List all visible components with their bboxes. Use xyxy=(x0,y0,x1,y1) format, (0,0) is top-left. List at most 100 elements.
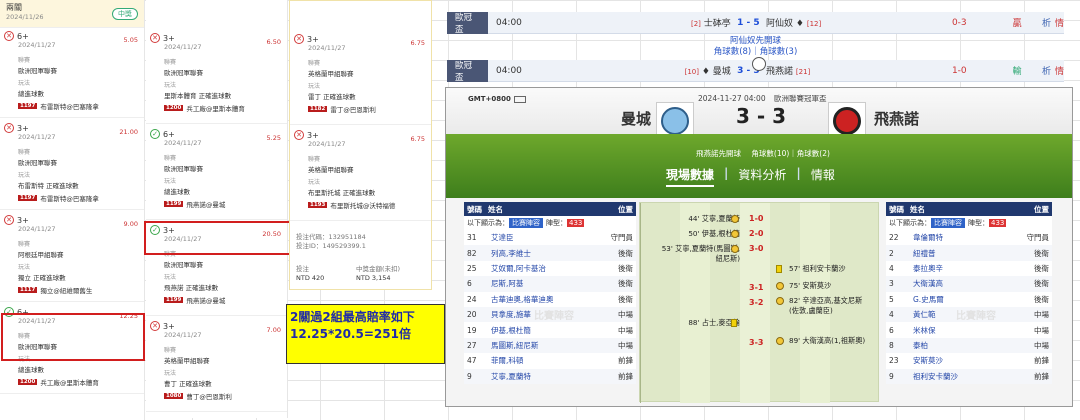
odds-value: 5.25 xyxy=(266,134,281,142)
player-position: 後衛 xyxy=(1001,276,1052,292)
bet-card[interactable]: ✕ 3+ 9.00 2024/11/27 聯賽 阿根廷甲組聯賽 玩法 獨立 正確進球數 1117… xyxy=(0,212,144,302)
bet-summary-header: 兩關 2024/11/26 中獎 xyxy=(0,0,144,28)
away-event: 89' 大衛漢高(1,祖斯奧) xyxy=(789,336,866,345)
odds-value: 20.50 xyxy=(262,230,281,238)
match-name: 曹丁@巴恩斯利 xyxy=(186,393,232,401)
match-number: 1199 xyxy=(164,297,184,303)
lineup-toggle-button[interactable]: 比賽陣容 xyxy=(931,218,965,228)
running-score: 3-1 xyxy=(749,283,764,292)
selection-title: 6+ xyxy=(17,31,29,41)
bet-date: 2024/11/27 xyxy=(308,44,346,52)
bet-card[interactable]: ✕ 3+ 21.00 2024/11/27 聯賽 歐洲冠軍聯賽 玩法 布雷斯特 正確進球數 11… xyxy=(0,120,144,210)
player-name: 尼斯,阿基 xyxy=(488,276,593,292)
player-row[interactable]: 5 G.史馬爾 後衛 xyxy=(886,292,1052,307)
playtype-value: 布雷斯特 正確進球數 xyxy=(18,182,79,190)
tab-news[interactable]: 情報 xyxy=(811,166,835,187)
rotate-handle-icon[interactable] xyxy=(752,57,766,71)
running-score: 2-0 xyxy=(749,229,764,238)
player-row[interactable]: 22 韋倫爾特 守門員 xyxy=(886,230,1052,245)
cross-icon: ✕ xyxy=(150,33,160,43)
player-name: 艾達臣 xyxy=(491,233,514,243)
bet-card[interactable]: ✕ 3+ 6.75 2024/11/27 聯賽 英格蘭甲組聯賽 玩法 雷丁 正確進球數 1182… xyxy=(290,31,431,125)
goal-icon xyxy=(731,215,739,223)
playtype-label: 玩法 xyxy=(308,179,321,186)
playtype-label: 玩法 xyxy=(164,370,177,377)
lineup-options: 以下顯示為： 比賽陣容 陣型： 433 xyxy=(889,218,1007,228)
player-position: 後衛 xyxy=(618,263,633,273)
info-link[interactable]: 情 xyxy=(1055,16,1064,29)
player-name: 泰柏 xyxy=(910,337,1002,354)
player-row[interactable]: 2 紐禮普 後衛 xyxy=(886,245,1052,261)
player-row[interactable]: 25 艾奴爾,阿卡基治 後衛 xyxy=(464,261,636,276)
bet-date: 2024/11/27 xyxy=(18,225,56,233)
player-row[interactable]: 4 泰拉奧辛 後衛 xyxy=(886,261,1052,276)
bet-card[interactable]: ✓ 6+ 12.25 2024/11/27 聯賽 歐洲冠軍聯賽 玩法 總進球數 1200 兵工廠@… xyxy=(0,304,144,394)
player-position: 前鋒 xyxy=(1034,356,1049,366)
selection-title: 6+ xyxy=(17,307,29,317)
player-name: 米林保 xyxy=(913,325,936,335)
lineup-options: 以下顯示為： 比賽陣容 陣型： 433 xyxy=(467,218,585,228)
player-row[interactable]: 6 尼斯,阿基 後衛 xyxy=(464,276,636,292)
lineup-header: 號碼 姓名 位置 xyxy=(464,202,636,216)
bet-card[interactable]: ✓ 3+ 20.50 2024/11/27 聯賽 歐洲冠軍聯賽 玩法 飛燕諾 正確進球數 119… xyxy=(146,222,287,316)
player-row[interactable]: 3 大衛漢高 後衛 xyxy=(886,276,1052,292)
player-row[interactable]: 23 安斯莫沙 前鋒 xyxy=(886,353,1052,368)
bet-id-block: 投注代碼：132951184 投注ID：149529399.1 xyxy=(296,233,366,250)
event-list: 44' 艾寧,夏蘭特 1-0 50' 伊基,根杜簡 2-0 53' 艾寧,夏蘭特(馬圖斯… xyxy=(639,202,879,402)
lineup-toggle-button[interactable]: 比賽陣容 xyxy=(509,218,543,228)
player-position: 中場 xyxy=(1001,306,1052,323)
bet-date: 2024/11/27 xyxy=(18,41,56,49)
player-row[interactable]: 9 祖利安卡蘭沙 前鋒 xyxy=(886,368,1052,384)
home-event: 53' 艾寧,夏蘭特(馬圖斯, 紐尼斯) xyxy=(661,244,740,263)
player-row[interactable]: 6 米林保 中場 xyxy=(886,322,1052,337)
player-row[interactable]: 19 伊基,根杜簡 中場 xyxy=(464,322,636,337)
match-sub-info: 阿仙奴先開球 角球數(8)｜角球數(3) xyxy=(713,36,798,57)
odds-value: 7.00 xyxy=(266,326,281,334)
player-name: 紐禮普 xyxy=(910,245,1002,261)
league-value: 英格蘭甲組聯賽 xyxy=(308,166,354,174)
bet-card[interactable]: ✕ 6+ 5.05 2024/11/27 聯賽 歐洲冠軍聯賽 玩法 總進球數 1197 布雷斯特@… xyxy=(0,28,144,118)
player-row[interactable]: 9 艾寧,夏蘭特 前鋒 xyxy=(464,368,636,384)
lineup-watermark: 比賽陣容 xyxy=(956,311,996,322)
away-event: 82' 辛達亞高,基文尼斯 (佐敦,盧蘭臣) xyxy=(789,296,863,315)
player-row[interactable]: 47 菲爾,科頓 前鋒 xyxy=(464,353,636,368)
check-icon: ✓ xyxy=(150,225,160,235)
player-row[interactable]: 82 列高,李維士 後衛 xyxy=(464,245,636,261)
home-team-name: 曼城 xyxy=(620,110,651,128)
bet-card[interactable]: ✕ 3+ 6.50 2024/11/27 聯賽 歐洲冠軍聯賽 玩法 里斯本體育 正確進球數 12… xyxy=(146,30,287,124)
playtype-value: 獨立 正確進球數 xyxy=(18,274,66,282)
info-link-2[interactable]: 情 xyxy=(1055,64,1064,77)
bet-card[interactable]: ✕ 3+ 6.75 2024/11/27 聯賽 英格蘭甲組聯賽 玩法 布里斯托城 正確進球數 1… xyxy=(290,127,431,221)
selection-title: 3+ xyxy=(163,225,175,235)
player-row[interactable]: 27 馬圖斯,紐尼斯 中場 xyxy=(464,337,636,354)
yellow-card-icon xyxy=(776,265,782,273)
player-number: 8 xyxy=(886,337,910,354)
result-row-1[interactable]: 歐冠盃 04:00 [2] 士砵亭 1 - 5 阿仙奴 ♦ [12] 0-3 贏… xyxy=(447,11,1064,35)
player-row[interactable]: 31 艾達臣 守門員 xyxy=(464,230,636,245)
playtype-value: 布里斯托城 正確進球數 xyxy=(308,189,376,197)
selection-title: 3+ xyxy=(307,130,319,140)
away-lineup: 號碼 姓名 位置 以下顯示為： 比賽陣容 陣型： 433 22 韋倫爾特 守門員 2 紐… xyxy=(886,202,1052,384)
odds-value: 5.05 xyxy=(123,36,138,44)
analysis-link[interactable]: 析 xyxy=(1042,16,1051,29)
tab-live-data[interactable]: 現場數據 xyxy=(666,166,715,187)
playtype-value: 總進球數 xyxy=(18,90,44,98)
bet-card[interactable]: ✓ 6+ 5.25 2024/11/27 聯賽 歐洲冠軍聯賽 玩法 總進球數 1199 飛燕諾@曼… xyxy=(146,126,287,220)
running-score: 1-0 xyxy=(749,214,764,223)
analysis-link-2[interactable]: 析 xyxy=(1042,64,1051,77)
player-row[interactable]: 24 古華迪奧,格華迪奧 後衛 xyxy=(464,292,636,307)
timezone-toggle[interactable] xyxy=(513,95,526,103)
league-label: 聯賽 xyxy=(18,149,31,156)
league-name: 歐洲聯賽冠軍盃 xyxy=(773,94,827,103)
bet-card[interactable]: ✕ 3+ 7.00 2024/11/27 聯賽 英格蘭甲組聯賽 玩法 曹丁 正確進球數 1080… xyxy=(146,318,287,412)
player-number: 27 xyxy=(464,337,488,354)
odds-value: 6.75 xyxy=(410,135,425,143)
playtype-value: 總進球數 xyxy=(18,366,44,374)
cross-icon: ✕ xyxy=(4,123,14,133)
player-row[interactable]: 8 泰柏 中場 xyxy=(886,337,1052,354)
match-name: 布里斯托城@沃特福德 xyxy=(330,202,396,210)
player-position: 前鋒 xyxy=(592,368,636,384)
tab-analysis[interactable]: 資料分析 xyxy=(738,166,786,187)
league-value: 歐洲冠軍聯賽 xyxy=(18,343,57,351)
player-position: 後衛 xyxy=(618,294,633,304)
